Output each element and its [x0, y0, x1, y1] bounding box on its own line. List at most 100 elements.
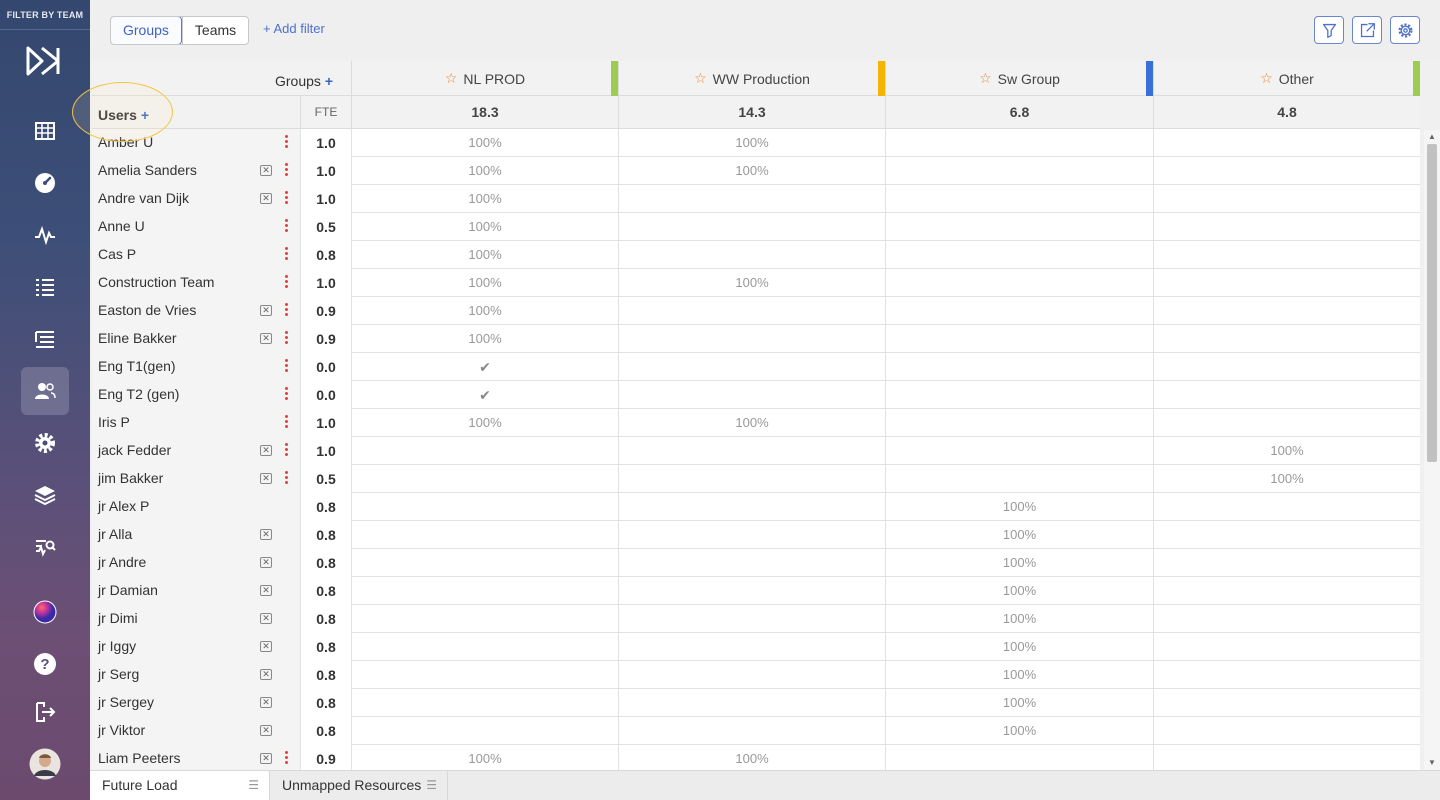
more-options-icon[interactable]: [285, 331, 289, 347]
remove-icon[interactable]: ✕: [260, 529, 272, 540]
allocation-cell[interactable]: [1153, 325, 1420, 353]
allocation-cell[interactable]: [618, 465, 885, 493]
allocation-cell[interactable]: 100%: [885, 661, 1153, 689]
allocation-cell[interactable]: 100%: [351, 213, 618, 241]
allocation-cell[interactable]: 100%: [351, 269, 618, 297]
more-options-icon[interactable]: [285, 191, 289, 207]
allocation-cell[interactable]: [351, 493, 618, 521]
analytics-icon[interactable]: [21, 523, 69, 571]
user-name-cell[interactable]: jr Viktor ✕: [92, 717, 300, 745]
user-name-cell[interactable]: jr Alex P: [92, 493, 300, 521]
remove-icon[interactable]: ✕: [260, 473, 272, 484]
allocation-cell[interactable]: [1153, 185, 1420, 213]
user-name-cell[interactable]: jr Sergey ✕: [92, 689, 300, 717]
grid-icon[interactable]: [21, 107, 69, 155]
list-icon[interactable]: [21, 263, 69, 311]
user-name-cell[interactable]: Iris P: [92, 409, 300, 437]
dashboard-icon[interactable]: [21, 159, 69, 207]
more-options-icon[interactable]: [285, 443, 289, 459]
export-button[interactable]: [1352, 16, 1382, 44]
allocation-cell[interactable]: 100%: [618, 269, 885, 297]
allocation-cell[interactable]: [1153, 353, 1420, 381]
activity-icon[interactable]: [21, 211, 69, 259]
allocation-cell[interactable]: [351, 689, 618, 717]
tab-groups[interactable]: Groups: [111, 17, 182, 44]
allocation-cell[interactable]: [351, 633, 618, 661]
remove-icon[interactable]: ✕: [260, 445, 272, 456]
settings-button[interactable]: [1390, 16, 1420, 44]
allocation-cell[interactable]: 100%: [885, 605, 1153, 633]
group-header[interactable]: ☆ NL PROD: [351, 61, 618, 96]
remove-icon[interactable]: ✕: [260, 725, 272, 736]
scroll-down-icon[interactable]: ▼: [1428, 758, 1436, 767]
more-options-icon[interactable]: [285, 415, 289, 431]
allocation-cell[interactable]: [1153, 577, 1420, 605]
add-group-button[interactable]: +: [325, 73, 333, 89]
allocation-cell[interactable]: [885, 241, 1153, 269]
allocation-cell[interactable]: [618, 493, 885, 521]
add-filter-button[interactable]: + Add filter: [263, 21, 325, 36]
remove-icon[interactable]: ✕: [260, 613, 272, 624]
allocation-cell[interactable]: [885, 437, 1153, 465]
allocation-cell[interactable]: [618, 325, 885, 353]
menu-icon[interactable]: ☰: [426, 771, 437, 799]
allocation-cell[interactable]: [1153, 745, 1420, 773]
allocation-cell[interactable]: [885, 465, 1153, 493]
allocation-cell[interactable]: 100%: [618, 157, 885, 185]
allocation-cell[interactable]: [351, 521, 618, 549]
user-name-cell[interactable]: jr Alla ✕: [92, 521, 300, 549]
filter-button[interactable]: [1314, 16, 1344, 44]
group-header[interactable]: ☆ Sw Group: [885, 61, 1153, 96]
logout-icon[interactable]: [21, 688, 69, 736]
allocation-cell[interactable]: 100%: [885, 521, 1153, 549]
allocation-cell[interactable]: ✔: [351, 381, 618, 409]
allocation-cell[interactable]: [1153, 269, 1420, 297]
allocation-cell[interactable]: [1153, 717, 1420, 745]
allocation-cell[interactable]: [885, 129, 1153, 157]
tab-future-load[interactable]: Future Load ☰: [90, 771, 270, 800]
allocation-cell[interactable]: 100%: [351, 297, 618, 325]
allocation-cell[interactable]: [1153, 297, 1420, 325]
allocation-cell[interactable]: 100%: [351, 157, 618, 185]
allocation-cell[interactable]: [351, 465, 618, 493]
avatar[interactable]: [21, 740, 69, 788]
allocation-cell[interactable]: [1153, 661, 1420, 689]
allocation-cell[interactable]: 100%: [618, 129, 885, 157]
logo-icon[interactable]: [24, 44, 66, 78]
vertical-scrollbar[interactable]: ▲ ▼: [1424, 130, 1440, 770]
remove-icon[interactable]: ✕: [260, 669, 272, 680]
remove-icon[interactable]: ✕: [260, 641, 272, 652]
allocation-cell[interactable]: 100%: [885, 493, 1153, 521]
allocation-cell[interactable]: [1153, 241, 1420, 269]
allocation-cell[interactable]: 100%: [351, 409, 618, 437]
tab-teams[interactable]: Teams: [181, 17, 248, 44]
user-name-cell[interactable]: Amelia Sanders ✕: [92, 157, 300, 185]
user-name-cell[interactable]: jack Fedder ✕: [92, 437, 300, 465]
more-options-icon[interactable]: [285, 247, 289, 263]
sphere-icon[interactable]: [21, 588, 69, 636]
allocation-cell[interactable]: 100%: [885, 689, 1153, 717]
allocation-cell[interactable]: [1153, 157, 1420, 185]
menu-icon[interactable]: ☰: [248, 771, 259, 799]
filter-by-team-label[interactable]: FILTER BY TEAM: [0, 0, 90, 30]
user-name-cell[interactable]: jim Bakker ✕: [92, 465, 300, 493]
allocation-cell[interactable]: 100%: [885, 549, 1153, 577]
more-options-icon[interactable]: [285, 387, 289, 403]
allocation-cell[interactable]: [885, 269, 1153, 297]
user-name-cell[interactable]: Easton de Vries ✕: [92, 297, 300, 325]
scrollbar-thumb[interactable]: [1427, 144, 1437, 462]
help-icon[interactable]: ?: [21, 640, 69, 688]
group-header[interactable]: ☆ WW Production: [618, 61, 885, 96]
allocation-cell[interactable]: [351, 605, 618, 633]
allocation-cell[interactable]: 100%: [351, 325, 618, 353]
allocation-cell[interactable]: [618, 717, 885, 745]
allocation-cell[interactable]: [351, 717, 618, 745]
user-name-cell[interactable]: jr Damian ✕: [92, 577, 300, 605]
allocation-cell[interactable]: [1153, 521, 1420, 549]
allocation-cell[interactable]: [618, 353, 885, 381]
allocation-cell[interactable]: [618, 633, 885, 661]
allocation-cell[interactable]: [1153, 129, 1420, 157]
star-icon[interactable]: ☆: [979, 70, 992, 87]
allocation-cell[interactable]: [1153, 549, 1420, 577]
allocation-cell[interactable]: [618, 549, 885, 577]
